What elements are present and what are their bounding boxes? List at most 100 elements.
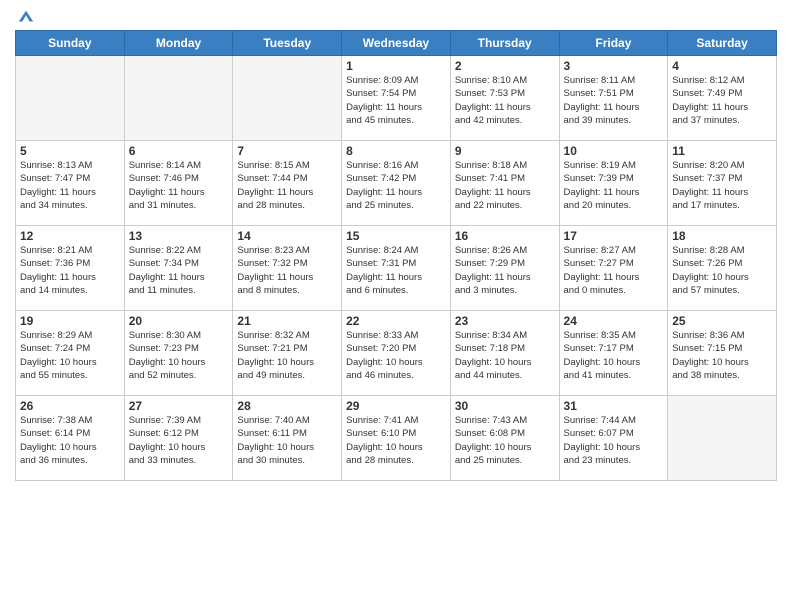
day-info: Sunrise: 8:36 AM Sunset: 7:15 PM Dayligh… xyxy=(672,329,772,382)
calendar-day: 25Sunrise: 8:36 AM Sunset: 7:15 PM Dayli… xyxy=(668,311,777,396)
weekday-header-tuesday: Tuesday xyxy=(233,31,342,56)
calendar-week-4: 19Sunrise: 8:29 AM Sunset: 7:24 PM Dayli… xyxy=(16,311,777,396)
calendar-day: 12Sunrise: 8:21 AM Sunset: 7:36 PM Dayli… xyxy=(16,226,125,311)
day-info: Sunrise: 8:13 AM Sunset: 7:47 PM Dayligh… xyxy=(20,159,120,212)
day-number: 21 xyxy=(237,314,337,328)
weekday-header-sunday: Sunday xyxy=(16,31,125,56)
calendar-day xyxy=(124,56,233,141)
calendar-day: 14Sunrise: 8:23 AM Sunset: 7:32 PM Dayli… xyxy=(233,226,342,311)
day-number: 12 xyxy=(20,229,120,243)
day-number: 26 xyxy=(20,399,120,413)
day-number: 18 xyxy=(672,229,772,243)
day-info: Sunrise: 8:23 AM Sunset: 7:32 PM Dayligh… xyxy=(237,244,337,297)
day-number: 5 xyxy=(20,144,120,158)
calendar-week-1: 1Sunrise: 8:09 AM Sunset: 7:54 PM Daylig… xyxy=(16,56,777,141)
day-info: Sunrise: 7:43 AM Sunset: 6:08 PM Dayligh… xyxy=(455,414,555,467)
calendar-day: 18Sunrise: 8:28 AM Sunset: 7:26 PM Dayli… xyxy=(668,226,777,311)
day-info: Sunrise: 7:39 AM Sunset: 6:12 PM Dayligh… xyxy=(129,414,229,467)
calendar-day: 20Sunrise: 8:30 AM Sunset: 7:23 PM Dayli… xyxy=(124,311,233,396)
day-number: 9 xyxy=(455,144,555,158)
day-number: 23 xyxy=(455,314,555,328)
day-info: Sunrise: 8:30 AM Sunset: 7:23 PM Dayligh… xyxy=(129,329,229,382)
day-number: 8 xyxy=(346,144,446,158)
day-info: Sunrise: 8:12 AM Sunset: 7:49 PM Dayligh… xyxy=(672,74,772,127)
calendar-day: 29Sunrise: 7:41 AM Sunset: 6:10 PM Dayli… xyxy=(342,396,451,481)
day-info: Sunrise: 8:18 AM Sunset: 7:41 PM Dayligh… xyxy=(455,159,555,212)
day-number: 4 xyxy=(672,59,772,73)
calendar-day: 30Sunrise: 7:43 AM Sunset: 6:08 PM Dayli… xyxy=(450,396,559,481)
calendar-day: 3Sunrise: 8:11 AM Sunset: 7:51 PM Daylig… xyxy=(559,56,668,141)
calendar-day: 9Sunrise: 8:18 AM Sunset: 7:41 PM Daylig… xyxy=(450,141,559,226)
day-number: 28 xyxy=(237,399,337,413)
calendar-day: 16Sunrise: 8:26 AM Sunset: 7:29 PM Dayli… xyxy=(450,226,559,311)
day-info: Sunrise: 8:20 AM Sunset: 7:37 PM Dayligh… xyxy=(672,159,772,212)
day-info: Sunrise: 8:35 AM Sunset: 7:17 PM Dayligh… xyxy=(564,329,664,382)
weekday-header-wednesday: Wednesday xyxy=(342,31,451,56)
calendar-day: 27Sunrise: 7:39 AM Sunset: 6:12 PM Dayli… xyxy=(124,396,233,481)
day-info: Sunrise: 8:29 AM Sunset: 7:24 PM Dayligh… xyxy=(20,329,120,382)
page-header xyxy=(15,10,777,26)
calendar-day: 15Sunrise: 8:24 AM Sunset: 7:31 PM Dayli… xyxy=(342,226,451,311)
day-info: Sunrise: 8:28 AM Sunset: 7:26 PM Dayligh… xyxy=(672,244,772,297)
day-info: Sunrise: 8:19 AM Sunset: 7:39 PM Dayligh… xyxy=(564,159,664,212)
calendar-day: 10Sunrise: 8:19 AM Sunset: 7:39 PM Dayli… xyxy=(559,141,668,226)
weekday-header-saturday: Saturday xyxy=(668,31,777,56)
day-number: 16 xyxy=(455,229,555,243)
calendar-week-5: 26Sunrise: 7:38 AM Sunset: 6:14 PM Dayli… xyxy=(16,396,777,481)
calendar-day: 21Sunrise: 8:32 AM Sunset: 7:21 PM Dayli… xyxy=(233,311,342,396)
day-info: Sunrise: 8:11 AM Sunset: 7:51 PM Dayligh… xyxy=(564,74,664,127)
calendar-day: 6Sunrise: 8:14 AM Sunset: 7:46 PM Daylig… xyxy=(124,141,233,226)
weekday-header-row: SundayMondayTuesdayWednesdayThursdayFrid… xyxy=(16,31,777,56)
calendar-day: 7Sunrise: 8:15 AM Sunset: 7:44 PM Daylig… xyxy=(233,141,342,226)
day-number: 24 xyxy=(564,314,664,328)
calendar-day: 17Sunrise: 8:27 AM Sunset: 7:27 PM Dayli… xyxy=(559,226,668,311)
day-info: Sunrise: 8:14 AM Sunset: 7:46 PM Dayligh… xyxy=(129,159,229,212)
day-number: 22 xyxy=(346,314,446,328)
day-number: 11 xyxy=(672,144,772,158)
day-info: Sunrise: 7:40 AM Sunset: 6:11 PM Dayligh… xyxy=(237,414,337,467)
calendar-day: 31Sunrise: 7:44 AM Sunset: 6:07 PM Dayli… xyxy=(559,396,668,481)
day-info: Sunrise: 7:44 AM Sunset: 6:07 PM Dayligh… xyxy=(564,414,664,467)
day-info: Sunrise: 8:34 AM Sunset: 7:18 PM Dayligh… xyxy=(455,329,555,382)
day-number: 3 xyxy=(564,59,664,73)
calendar-day: 22Sunrise: 8:33 AM Sunset: 7:20 PM Dayli… xyxy=(342,311,451,396)
day-number: 15 xyxy=(346,229,446,243)
day-number: 25 xyxy=(672,314,772,328)
logo-icon xyxy=(17,8,35,26)
day-info: Sunrise: 8:26 AM Sunset: 7:29 PM Dayligh… xyxy=(455,244,555,297)
day-info: Sunrise: 8:15 AM Sunset: 7:44 PM Dayligh… xyxy=(237,159,337,212)
calendar-day: 19Sunrise: 8:29 AM Sunset: 7:24 PM Dayli… xyxy=(16,311,125,396)
day-info: Sunrise: 8:09 AM Sunset: 7:54 PM Dayligh… xyxy=(346,74,446,127)
day-info: Sunrise: 8:10 AM Sunset: 7:53 PM Dayligh… xyxy=(455,74,555,127)
calendar-day: 23Sunrise: 8:34 AM Sunset: 7:18 PM Dayli… xyxy=(450,311,559,396)
calendar-day xyxy=(233,56,342,141)
day-number: 27 xyxy=(129,399,229,413)
day-number: 14 xyxy=(237,229,337,243)
calendar-week-3: 12Sunrise: 8:21 AM Sunset: 7:36 PM Dayli… xyxy=(16,226,777,311)
day-number: 13 xyxy=(129,229,229,243)
day-info: Sunrise: 8:21 AM Sunset: 7:36 PM Dayligh… xyxy=(20,244,120,297)
calendar-day: 2Sunrise: 8:10 AM Sunset: 7:53 PM Daylig… xyxy=(450,56,559,141)
day-info: Sunrise: 8:33 AM Sunset: 7:20 PM Dayligh… xyxy=(346,329,446,382)
calendar-week-2: 5Sunrise: 8:13 AM Sunset: 7:47 PM Daylig… xyxy=(16,141,777,226)
day-info: Sunrise: 8:32 AM Sunset: 7:21 PM Dayligh… xyxy=(237,329,337,382)
day-info: Sunrise: 7:41 AM Sunset: 6:10 PM Dayligh… xyxy=(346,414,446,467)
day-number: 30 xyxy=(455,399,555,413)
day-info: Sunrise: 8:16 AM Sunset: 7:42 PM Dayligh… xyxy=(346,159,446,212)
calendar-day: 4Sunrise: 8:12 AM Sunset: 7:49 PM Daylig… xyxy=(668,56,777,141)
calendar-day: 26Sunrise: 7:38 AM Sunset: 6:14 PM Dayli… xyxy=(16,396,125,481)
day-number: 7 xyxy=(237,144,337,158)
day-number: 31 xyxy=(564,399,664,413)
weekday-header-thursday: Thursday xyxy=(450,31,559,56)
calendar-table: SundayMondayTuesdayWednesdayThursdayFrid… xyxy=(15,30,777,481)
calendar-day: 5Sunrise: 8:13 AM Sunset: 7:47 PM Daylig… xyxy=(16,141,125,226)
calendar-day xyxy=(668,396,777,481)
calendar-day: 8Sunrise: 8:16 AM Sunset: 7:42 PM Daylig… xyxy=(342,141,451,226)
calendar-day: 1Sunrise: 8:09 AM Sunset: 7:54 PM Daylig… xyxy=(342,56,451,141)
day-number: 10 xyxy=(564,144,664,158)
day-info: Sunrise: 8:22 AM Sunset: 7:34 PM Dayligh… xyxy=(129,244,229,297)
day-info: Sunrise: 8:27 AM Sunset: 7:27 PM Dayligh… xyxy=(564,244,664,297)
weekday-header-friday: Friday xyxy=(559,31,668,56)
day-number: 19 xyxy=(20,314,120,328)
day-info: Sunrise: 7:38 AM Sunset: 6:14 PM Dayligh… xyxy=(20,414,120,467)
